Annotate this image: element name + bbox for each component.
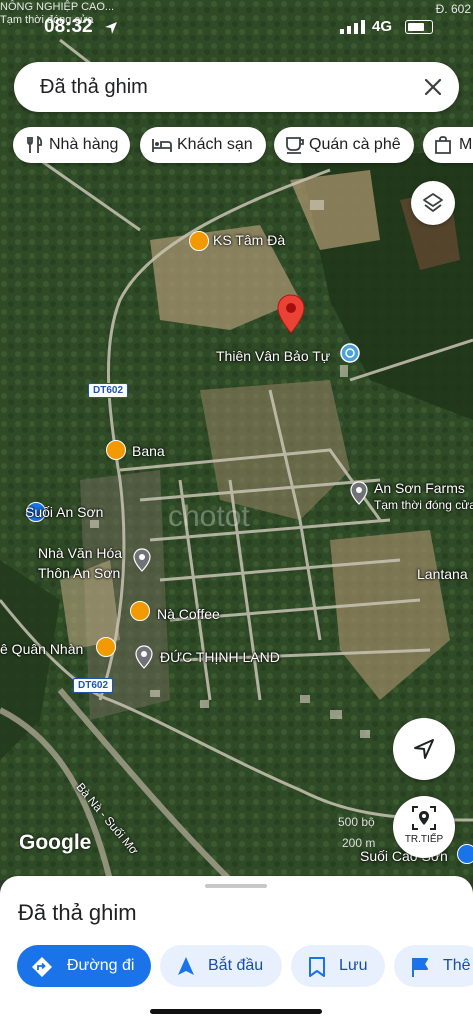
satellite-map[interactable]: NÔNG NGHIỆP CAO... Tạm thời đóng cửa 08:…	[0, 0, 473, 880]
close-icon[interactable]	[421, 75, 445, 99]
coffee-cup-icon	[286, 137, 304, 154]
road-label-top: Đ. 602	[435, 2, 471, 16]
bottom-sheet[interactable]: Đã thả ghim Đường đi Bắt đầu Lưu Thê	[0, 876, 473, 1024]
directions-label: Đường đi	[67, 957, 135, 974]
my-location-button[interactable]	[393, 718, 455, 780]
start-button[interactable]: Bắt đầu	[160, 945, 282, 987]
status-time: 08:32	[44, 16, 93, 37]
cafe-poi-icon[interactable]	[130, 601, 150, 621]
map-label-bana[interactable]: Bana	[132, 443, 165, 459]
battery-icon	[405, 20, 433, 34]
location-arrow-icon	[105, 22, 117, 34]
restaurant-poi-icon[interactable]	[106, 440, 126, 460]
category-chips: Nhà hàng Khách sạn Quán cà phê M	[13, 127, 473, 163]
chip-shopping[interactable]: M	[423, 127, 473, 163]
save-button[interactable]: Lưu	[291, 945, 385, 987]
network-type: 4G	[372, 18, 393, 35]
scale-label-feet: 500 bộ	[338, 815, 375, 829]
temple-poi-icon[interactable]	[340, 343, 360, 363]
start-label: Bắt đầu	[208, 957, 264, 974]
watermark-text: chotot	[168, 500, 250, 533]
map-label-suoi-an-son[interactable]: Suối An Sơn	[25, 504, 103, 520]
road-shield-dt602: DT602	[88, 383, 129, 398]
save-label: Lưu	[339, 957, 368, 974]
place-pin-icon[interactable]	[134, 645, 154, 669]
navigation-arrow-icon	[414, 739, 434, 759]
search-text[interactable]: Đã thả ghim	[40, 76, 148, 99]
map-label-thien-van[interactable]: Thiên Vân Bảo Tự	[216, 348, 330, 364]
street-view-icon	[412, 806, 436, 830]
map-label-thon-an-son[interactable]: Thôn An Sơn	[38, 565, 120, 581]
map-label-nha-van-hoa[interactable]: Nhà Văn Hóa	[38, 545, 122, 561]
status-bar: NÔNG NGHIỆP CAO... Tạm thời đóng cửa 08:…	[0, 1, 473, 40]
place-pin-icon[interactable]	[132, 548, 152, 572]
bed-icon	[152, 139, 172, 152]
chip-hotels[interactable]: Khách sạn	[140, 127, 266, 163]
shopping-bag-icon	[435, 136, 451, 154]
scale-label-meters: 200 m	[342, 836, 376, 850]
directions-button[interactable]: Đường đi	[17, 945, 151, 987]
chip-restaurants[interactable]: Nhà hàng	[13, 127, 130, 163]
dropped-pin-icon[interactable]	[276, 294, 306, 334]
search-bar[interactable]: Đã thả ghim	[14, 62, 459, 112]
home-indicator[interactable]	[150, 1009, 322, 1014]
map-label-na-coffee[interactable]: Nà Coffee	[157, 606, 220, 622]
map-label-lantana[interactable]: Lantana	[417, 566, 468, 582]
add-label-label: Thê	[443, 957, 471, 974]
drag-handle[interactable]	[205, 884, 267, 888]
chip-cafes[interactable]: Quán cà phê	[274, 127, 414, 163]
chip-label: Nhà hàng	[49, 136, 119, 153]
cafe-poi-icon[interactable]	[96, 637, 116, 657]
street-view-label: TR.TIẾP	[404, 834, 444, 845]
map-label-top: NÔNG NGHIỆP CAO...	[0, 1, 115, 13]
map-label-duc-thinh[interactable]: ĐỨC THỊNH LAND	[160, 649, 280, 665]
directions-icon	[32, 957, 52, 977]
hotel-poi-icon[interactable]	[189, 231, 209, 251]
flag-icon	[412, 958, 428, 977]
add-label-button[interactable]: Thê	[394, 945, 473, 987]
map-label-quan-nhan[interactable]: ê Quân Nhàn	[0, 641, 83, 657]
layers-icon	[423, 193, 443, 212]
chip-label: Quán cà phê	[309, 136, 401, 153]
fork-knife-icon	[27, 136, 43, 153]
road-shield-dt602: DT602	[73, 678, 114, 693]
bookmark-icon	[309, 957, 325, 977]
place-title: Đã thả ghim	[18, 900, 137, 925]
layers-button[interactable]	[411, 181, 455, 225]
place-pin-icon[interactable]	[349, 481, 369, 505]
map-label-ks-tam-da[interactable]: KS Tâm Đà	[213, 232, 285, 248]
google-logo: Google	[19, 831, 92, 854]
cellular-signal-icon	[340, 20, 365, 34]
street-view-button[interactable]: TR.TIẾP	[393, 796, 455, 858]
navigation-arrow-icon	[178, 957, 194, 975]
chip-label: M	[459, 136, 473, 153]
chip-label: Khách sạn	[177, 136, 253, 153]
attraction-poi-icon[interactable]	[457, 844, 473, 864]
map-label-an-son-farms[interactable]: An Sơn Farms	[374, 480, 465, 496]
map-label-an-son-farms-status: Tạm thời đóng cửa	[374, 498, 473, 512]
